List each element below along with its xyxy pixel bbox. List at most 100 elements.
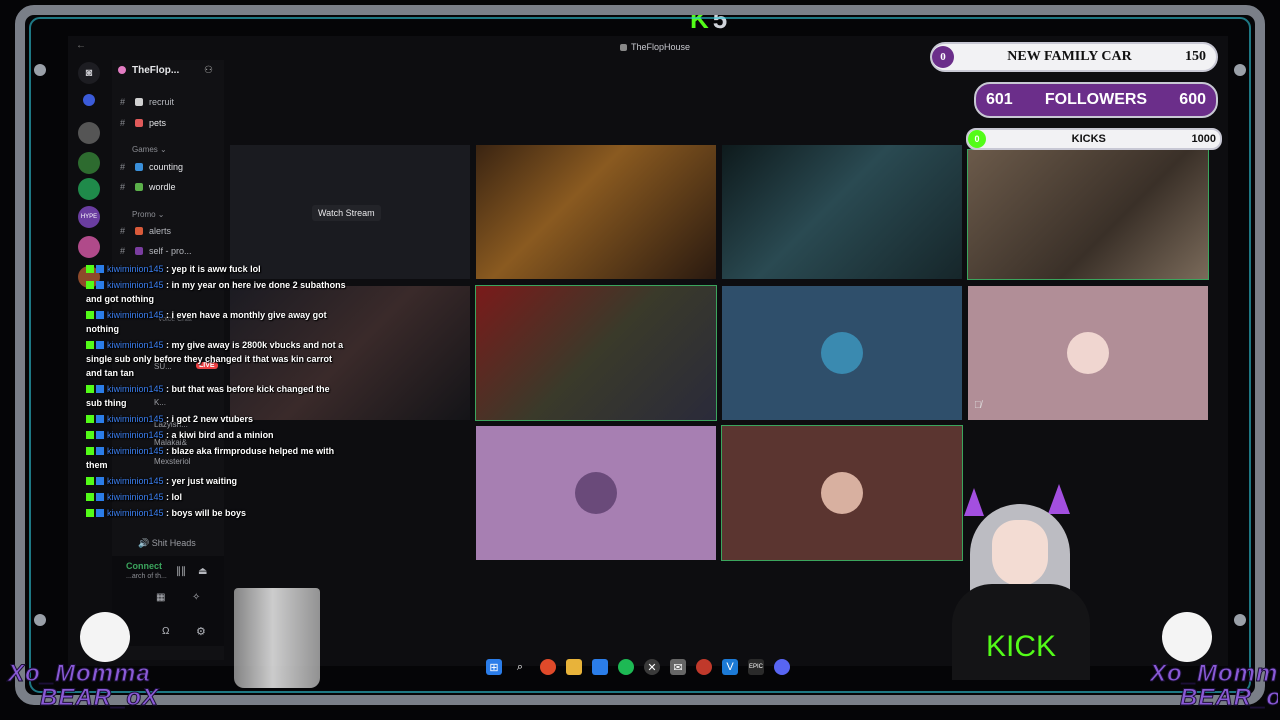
- back-arrow-icon[interactable]: ←: [76, 40, 86, 51]
- chat-message: kiwiminion145 : blaze aka firmproduse he…: [86, 444, 346, 472]
- tile-camera-green-hat[interactable]: [475, 285, 717, 421]
- brand-right-bottom: BEAR_oX: [1180, 684, 1278, 712]
- chat-username[interactable]: kiwiminion145: [107, 476, 164, 486]
- add-member-icon[interactable]: ⚇: [204, 65, 213, 76]
- goal-car-label: NEW FAMILY CAR: [1007, 49, 1132, 64]
- mail-icon[interactable]: ✉: [670, 659, 686, 675]
- server-icon-hype[interactable]: HYPE: [78, 206, 100, 228]
- panda-left: [80, 612, 130, 662]
- chat-username[interactable]: kiwiminion145: [107, 414, 164, 424]
- kick-badge-icon: [86, 341, 94, 349]
- chat-text: : yer just waiting: [166, 476, 238, 486]
- settings-icon[interactable]: ⚙: [196, 625, 206, 638]
- cat-ear-left: [964, 488, 984, 516]
- hash-icon: #: [120, 182, 126, 192]
- kick-logo-icon: K: [690, 4, 709, 34]
- disconnect-icon[interactable]: ⏏: [198, 566, 207, 577]
- alert-icon: [135, 227, 144, 235]
- signal-icon[interactable]: ∥∥: [176, 566, 186, 577]
- chat-username[interactable]: kiwiminion145: [107, 508, 164, 518]
- hash-icon: #: [120, 97, 126, 107]
- tile-avatar-blue[interactable]: [722, 286, 962, 420]
- tile-camera-setup[interactable]: [722, 145, 962, 279]
- category-promo[interactable]: Promo ⌄: [132, 210, 165, 219]
- voice-channel-shit-heads[interactable]: 🔊 Shit Heads: [138, 538, 196, 549]
- chrome-icon[interactable]: [540, 659, 556, 675]
- server-icon-4[interactable]: [78, 236, 100, 258]
- goal-followers-current: 601: [986, 91, 1013, 108]
- channel-recruit[interactable]: # recruit: [120, 97, 174, 107]
- channel-pets[interactable]: # pets: [120, 118, 166, 128]
- discord-icon[interactable]: [774, 659, 790, 675]
- category-games[interactable]: Games ⌄: [132, 145, 167, 154]
- server-name[interactable]: TheFlop...: [118, 65, 179, 76]
- avatar: [821, 332, 863, 374]
- face: [992, 520, 1048, 586]
- vscode-icon[interactable]: V: [722, 659, 738, 675]
- discord-home-icon[interactable]: ◙: [78, 62, 100, 84]
- chat-username[interactable]: kiwiminion145: [107, 310, 164, 320]
- chat-username[interactable]: kiwiminion145: [107, 492, 164, 502]
- headphones-icon[interactable]: Ω: [162, 626, 169, 637]
- tile-avatar-pink[interactable]: 🎙̸: [968, 286, 1208, 420]
- channel-wordle[interactable]: # wordle: [120, 182, 176, 192]
- app-icon[interactable]: [696, 659, 712, 675]
- goal-kicks-label: KICKS: [1071, 133, 1106, 145]
- chat-username[interactable]: kiwiminion145: [107, 384, 164, 394]
- watch-stream-button[interactable]: Watch Stream: [312, 205, 381, 221]
- store-icon[interactable]: [592, 659, 608, 675]
- tile-avatar-lavender[interactable]: [476, 426, 716, 560]
- chat-username[interactable]: kiwiminion145: [107, 340, 164, 350]
- chat-message: kiwiminion145 : but that was before kick…: [86, 382, 346, 410]
- chat-text: : boys will be boys: [166, 508, 247, 518]
- kick-count-badge: K5: [690, 4, 728, 34]
- hash-icon: #: [120, 162, 126, 172]
- kick-badge-icon: [86, 477, 94, 485]
- sub-badge-icon: [96, 341, 104, 349]
- brand-left-bottom: BEAR_oX: [39, 684, 160, 712]
- megaphone-icon: [135, 247, 144, 255]
- goal-car-target: 150: [1185, 49, 1206, 64]
- tile-avatar-brown[interactable]: [721, 425, 963, 561]
- server-icon-2[interactable]: [78, 152, 100, 174]
- dm-icon[interactable]: [83, 94, 95, 106]
- kick-badge-icon: [86, 447, 94, 455]
- chat-text: : yep it is aww fuck lol: [166, 264, 261, 274]
- kick-badge-icon: [86, 281, 94, 289]
- channel-alerts[interactable]: # alerts: [120, 226, 171, 236]
- cat-ear-right: [1048, 484, 1070, 514]
- hash-icon: #: [120, 118, 126, 128]
- channel-self-promo[interactable]: # self - pro...: [120, 246, 192, 256]
- channel-counting[interactable]: # counting: [120, 162, 183, 172]
- folder-icon[interactable]: [566, 659, 582, 675]
- server-icon: [620, 44, 627, 51]
- panda-right: [1162, 612, 1212, 662]
- chat-message: kiwiminion145 : i got 2 new vtubers: [86, 412, 346, 426]
- activities-icon[interactable]: ▦: [156, 592, 165, 603]
- chat-username[interactable]: kiwiminion145: [107, 280, 164, 290]
- soundboard-icon[interactable]: ✧: [192, 592, 200, 603]
- tile-screen-share[interactable]: Watch Stream: [230, 145, 470, 279]
- sub-badge-icon: [96, 415, 104, 423]
- avatar: [821, 472, 863, 514]
- xbox-icon[interactable]: ✕: [644, 659, 660, 675]
- goal-followers: 601 FOLLOWERS 600: [974, 82, 1218, 118]
- server-icon-1[interactable]: [78, 122, 100, 144]
- search-icon[interactable]: ⌕: [512, 659, 528, 675]
- windows-taskbar: ⊞ ⌕ ✕ ✉ V EPIC: [470, 656, 820, 680]
- voice-connected-label: Connect: [126, 561, 162, 571]
- chat-username[interactable]: kiwiminion145: [107, 264, 164, 274]
- chat-username[interactable]: kiwiminion145: [107, 430, 164, 440]
- kick-badge-icon: [86, 311, 94, 319]
- cross-icon: [135, 98, 144, 106]
- tile-camera-room[interactable]: [476, 145, 716, 279]
- hoodie-text: KICK: [986, 630, 1057, 663]
- tile-camera-man-glasses[interactable]: [967, 149, 1209, 280]
- spotify-icon[interactable]: [618, 659, 634, 675]
- chat-username[interactable]: kiwiminion145: [107, 446, 164, 456]
- avatar: [1067, 332, 1109, 374]
- puzzle-icon: [135, 183, 144, 191]
- windows-icon[interactable]: ⊞: [486, 659, 502, 675]
- server-icon-3[interactable]: [78, 178, 100, 200]
- epic-icon[interactable]: EPIC: [748, 659, 764, 675]
